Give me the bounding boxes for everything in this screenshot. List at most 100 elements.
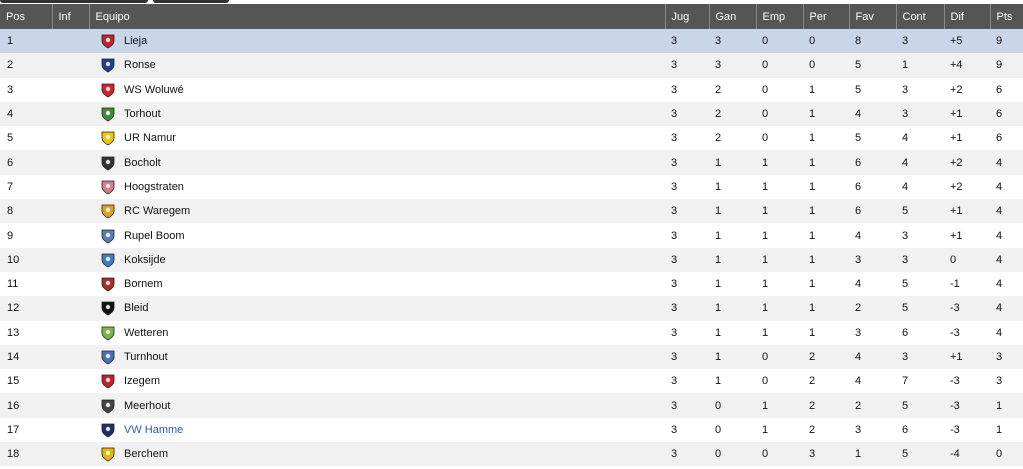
cell-team[interactable]: Koksijde: [89, 248, 665, 272]
header-inf[interactable]: Inf: [52, 4, 90, 29]
table-row[interactable]: 1 Lieja 3 3 0 0 8 3 +5 9: [0, 29, 1023, 54]
table-row[interactable]: 8 RC Waregem 3 1 1 1 6 5 +1 4: [0, 199, 1023, 224]
cell-per: 2: [809, 423, 816, 436]
table-row[interactable]: 11 Bornem 3 1 1 1 4 5 -1 4: [0, 271, 1023, 297]
table-row[interactable]: 15 Izegem 3 1 0 2 4 7 -3 3: [0, 369, 1023, 394]
cell-team[interactable]: Hoogstraten: [89, 175, 665, 199]
cell-team[interactable]: Bocholt: [89, 150, 665, 174]
cell-team[interactable]: Ronse: [89, 53, 665, 77]
cell-team[interactable]: Rupel Boom: [89, 223, 665, 247]
header-jug[interactable]: Jug: [665, 4, 710, 29]
table-row[interactable]: 18 Berchem 3 0 0 3 1 5 -4 0: [0, 442, 1023, 467]
cell-fav: 2: [855, 302, 862, 315]
header-per[interactable]: Per: [803, 4, 850, 29]
cell-gan: 3: [715, 59, 722, 72]
table-row[interactable]: 12 Bleid 3 1 1 1 2 5 -3 4: [0, 296, 1023, 321]
ronse-crest-icon: [100, 57, 116, 73]
cell-jug: 3: [671, 375, 678, 388]
berchem-crest-icon: [100, 446, 116, 462]
cell-gan: 0: [715, 448, 722, 461]
team-name[interactable]: VW Hamme: [124, 424, 183, 436]
cell-emp: 1: [762, 326, 769, 339]
table-row[interactable]: 2 Ronse 3 3 0 0 5 1 +4 9: [0, 53, 1023, 78]
cell-pts: 4: [996, 156, 1003, 169]
cell-pts: 1: [996, 399, 1003, 412]
cell-team[interactable]: Bornem: [89, 272, 665, 296]
cell-pts: 1: [996, 423, 1003, 436]
cell-team[interactable]: Wetteren: [89, 321, 665, 345]
cell-team[interactable]: Meerhout: [89, 393, 665, 417]
cell-jug: 3: [671, 132, 678, 145]
cell-team[interactable]: Turnhout: [89, 345, 665, 369]
table-row[interactable]: 9 Rupel Boom 3 1 1 1 4 3 +1 4: [0, 223, 1023, 248]
header-pos[interactable]: Pos: [0, 4, 53, 29]
top-tab-button-2[interactable]: [153, 0, 229, 3]
cell-pos: 15: [7, 375, 20, 388]
cell-emp: 0: [762, 351, 769, 363]
cell-gan: 1: [715, 326, 722, 339]
cell-team[interactable]: Berchem: [89, 442, 665, 466]
table-row[interactable]: 14 Turnhout 3 1 0 2 4 3 +1 3: [0, 344, 1023, 370]
table-row[interactable]: 5 UR Namur 3 2 0 1 5 4 +1 6: [0, 126, 1023, 151]
cell-jug: 3: [671, 448, 678, 461]
cell-per: 2: [809, 399, 816, 412]
cell-inf: [52, 199, 89, 223]
team-name: Rupel Boom: [124, 229, 185, 242]
cell-inf: [52, 175, 89, 199]
cell-team[interactable]: UR Namur: [89, 126, 665, 150]
table-row[interactable]: 7 Hoogstraten 3 1 1 1 6 4 +2 4: [0, 174, 1023, 200]
table-row[interactable]: 4 Torhout 3 2 0 1 4 3 +1 6: [0, 101, 1023, 127]
header-cont[interactable]: Cont: [896, 4, 945, 29]
header-equipo[interactable]: Equipo: [89, 4, 666, 29]
cell-jug: 3: [671, 229, 678, 242]
header-emp[interactable]: Emp: [756, 4, 804, 29]
header-pts[interactable]: Pts: [990, 4, 1023, 29]
cell-pos: 9: [7, 229, 14, 242]
team-name: WS Woluwé: [124, 83, 184, 96]
cell-pos: 7: [7, 180, 14, 193]
cell-per: 1: [809, 83, 816, 96]
top-tab-button-1[interactable]: [0, 0, 148, 3]
cell-fav: 3: [855, 326, 862, 339]
table-row[interactable]: 17 VW Hamme 3 0 1 2 3 6 -3 1: [0, 417, 1023, 443]
cell-team[interactable]: RC Waregem: [89, 199, 665, 223]
table-row[interactable]: 10 Koksijde 3 1 1 1 3 3 0 4: [0, 247, 1023, 272]
table-row[interactable]: 6 Bocholt 3 1 1 1 6 4 +2 4: [0, 150, 1023, 175]
cell-team[interactable]: WS Woluwé: [89, 78, 665, 102]
cell-emp: 1: [762, 278, 769, 291]
header-fav[interactable]: Fav: [849, 4, 897, 29]
team-name: Hoogstraten: [124, 180, 184, 193]
cell-emp: 0: [762, 35, 769, 48]
header-dif[interactable]: Dif: [944, 4, 991, 29]
team-name: Ronse: [124, 59, 156, 72]
cell-fav: 8: [855, 35, 862, 48]
cell-team[interactable]: Lieja: [89, 29, 665, 53]
cell-emp: 1: [762, 180, 769, 193]
cell-per: 1: [809, 278, 816, 291]
cell-pos: 6: [7, 156, 14, 169]
cell-pts: 6: [996, 108, 1003, 121]
cell-jug: 3: [671, 423, 678, 436]
table-row[interactable]: 13 Wetteren 3 1 1 1 3 6 -3 4: [0, 320, 1023, 345]
cell-pts: 6: [996, 132, 1003, 145]
header-gan[interactable]: Gan: [709, 4, 757, 29]
cell-cont: 3: [902, 83, 909, 96]
team-name: Torhout: [124, 108, 161, 121]
cell-dif: +1: [950, 351, 963, 363]
cell-jug: 3: [671, 278, 678, 291]
cell-team[interactable]: Bleid: [89, 296, 665, 320]
cell-jug: 3: [671, 351, 678, 363]
cell-team[interactable]: Izegem: [89, 369, 665, 393]
cell-cont: 3: [902, 229, 909, 242]
cell-pos: 16: [7, 399, 20, 412]
cell-per: 1: [809, 180, 816, 193]
cell-team[interactable]: VW Hamme: [89, 418, 665, 442]
table-row[interactable]: 3 WS Woluwé 3 2 0 1 5 3 +2 6: [0, 77, 1023, 102]
cell-cont: 5: [902, 302, 909, 315]
cell-team[interactable]: Torhout: [89, 102, 665, 126]
table-row[interactable]: 16 Meerhout 3 0 1 2 2 5 -3 1: [0, 393, 1023, 418]
cell-dif: +1: [950, 205, 963, 218]
cell-dif: +1: [950, 132, 963, 145]
izegem-crest-icon: [100, 373, 116, 389]
cell-fav: 3: [855, 423, 862, 436]
